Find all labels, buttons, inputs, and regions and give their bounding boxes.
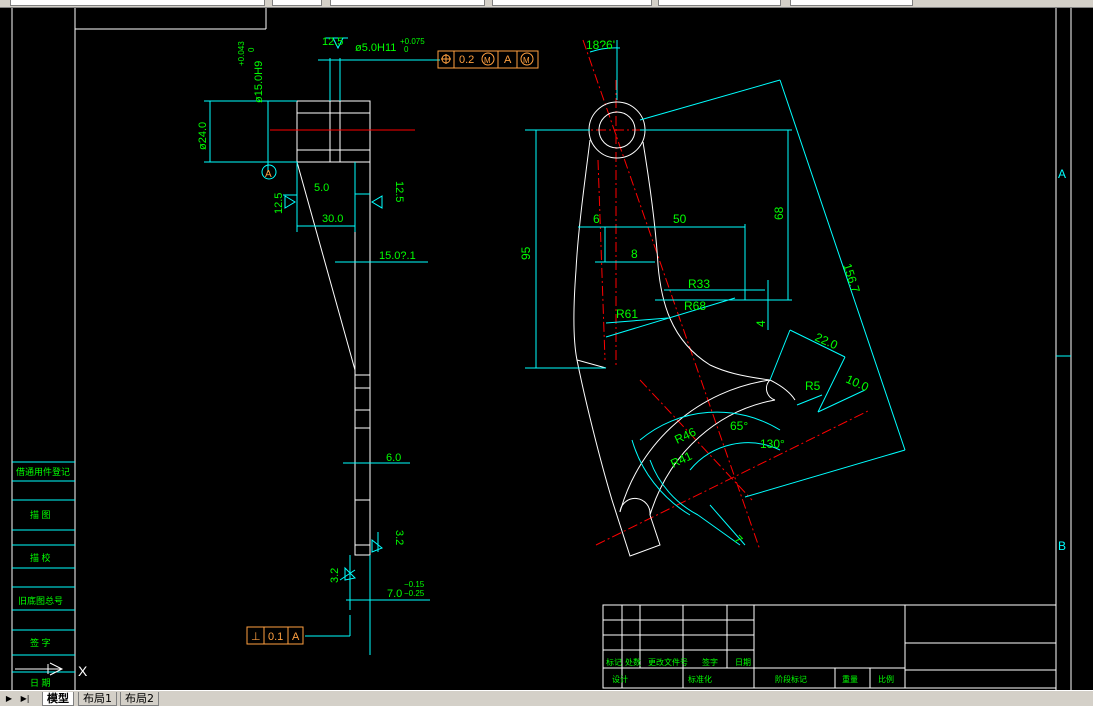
title-block-labels: 标记 处数 更改文件号 签字 日期 设计 标准化 阶段标记 重量 比例 [606,657,894,684]
rough-right: 12.5 [393,181,405,202]
dim-68: 68 [772,206,786,220]
tb-label-count: 处数 [625,657,641,667]
rough-left: 12.5 [273,193,285,214]
tab-nav-first-icon[interactable]: ▶ [2,693,16,704]
dim-7-lower: −0.25 [404,589,425,598]
title-block [602,604,1057,689]
drawing-canvas[interactable]: 借通用件登记 描 图 描 校 旧底图总号 签 字 日 期 A B X 标记 处数… [0,8,1093,690]
side-view-dim-text: 12.5 ø5.0H11 +0.075 0 ø15.0H9 +0.043 0 ø… [197,36,425,600]
pos-tol-mod2: M [523,56,530,65]
dim-156: 156.7 [840,262,863,295]
ucs-icon [15,662,64,676]
rough-top: 12.5 [322,36,343,48]
tab-layout1[interactable]: 布局1 [78,692,117,706]
tb-label-std: 标准化 [688,674,712,684]
tab-model[interactable]: 模型 [42,692,74,706]
dim-6: 6.0 [386,452,401,464]
layout-tab-bar: ▶ ▶| 模型 布局1 布局2 [0,690,1093,706]
dim-R61: R61 [616,307,638,321]
dim-R46: R46 [672,425,698,447]
dim-4: 4 [754,320,768,327]
tab-nav-last-icon[interactable]: ▶| [18,693,32,704]
tb-label-stage: 阶段标记 [775,674,807,684]
bore-dim: ø15.0H9 [253,61,265,103]
linetype-dropdown[interactable] [330,0,485,6]
dim-8: 8 [631,247,638,261]
tab-layout2[interactable]: 布局2 [120,692,159,706]
drawing-frame [11,8,1072,690]
dim-7-upper: −0.15 [404,580,425,589]
dim-95: 95 [519,246,533,260]
side-view-outline [296,100,371,556]
dim-15: 15.0?.1 [379,250,416,262]
tb-label-sign: 签字 [702,657,718,667]
style-dropdown[interactable] [790,0,913,6]
hole-tol-lower: 0 [404,45,409,54]
dim-130: 130° [760,437,785,451]
tb-label-date: 日期 [735,658,751,667]
bore-tol-upper: +0.043 [237,41,246,66]
dim-50: 50 [673,212,687,226]
left-label-5: 签 字 [30,637,51,648]
position-tolerance-text: 0.2 M A M [459,54,530,66]
tb-label-weight: 重量 [842,674,858,684]
left-label-3: 描 校 [30,552,51,563]
left-label-6: 日 期 [30,678,51,688]
left-label-4: 旧底图总号 [18,595,63,606]
dim-6-front: 6 [593,212,600,226]
bore-tol-lower: 0 [247,47,256,52]
plotstyle-dropdown[interactable] [658,0,781,6]
dim-R5: R5 [805,379,821,393]
pos-tol-value: 0.2 [459,54,474,66]
front-view-dimension-lines [525,40,906,546]
rough-32-right: 3.2 [393,530,405,545]
dim-10: 10.0 [844,372,871,394]
ucs-x-label: X [78,663,88,679]
tb-label-mark: 标记 [606,657,622,667]
layer-dropdown[interactable] [10,0,265,6]
tb-label-scale: 比例 [878,674,894,684]
pos-tol-mod1: M [484,56,491,65]
perp-tol-value: 0.1 [268,631,283,643]
left-label-1: 借通用件登记 [16,466,70,477]
rough-32-left: 3.2 [329,568,341,583]
side-view-dimension-lines [204,37,440,655]
left-label-2: 描 图 [30,509,51,520]
dim-65: 65° [730,419,748,433]
dim-R41: R41 [668,449,694,471]
front-view-dim-text: 18?6' 95 6 50 8 68 R33 R68 R61 4 156.7 2… [519,38,871,547]
perp-tol-symbol: ⊥ [251,631,261,643]
toolbar-strip [0,0,1093,8]
perp-tol-datum: A [292,631,300,643]
tb-label-design: 设计 [612,674,628,684]
hole-dim: ø5.0H11 [355,42,396,54]
pos-tol-datum: A [504,54,512,66]
perp-tolerance-text: ⊥ 0.1 A [251,631,300,643]
outer-dim: ø24.0 [197,122,209,150]
datum-a-label: A [265,169,272,180]
dim-7: 7.0 [387,588,402,600]
zone-label-b: B [1058,539,1066,553]
lineweight-dropdown[interactable] [492,0,652,6]
side-view: 0.2 M A M ⊥ 0.1 A 12.5 ø5.0H11 +0.075 0 … [197,36,539,655]
dim-7-front: 7 [731,532,746,547]
dim-30: 30.0 [322,213,343,225]
dim-R33: R33 [688,277,710,291]
front-view: 18?6' 95 6 50 8 68 R33 R68 R61 4 156.7 2… [519,38,906,557]
tb-label-docno: 更改文件号 [648,657,688,667]
front-view-outline [573,101,796,557]
zone-label-a: A [1058,167,1066,181]
dim-5: 5.0 [314,182,329,194]
color-dropdown[interactable] [272,0,322,6]
dim-22: 22.0 [813,330,840,352]
angle-top: 18?6' [586,38,615,52]
dim-R68: R68 [684,299,706,313]
